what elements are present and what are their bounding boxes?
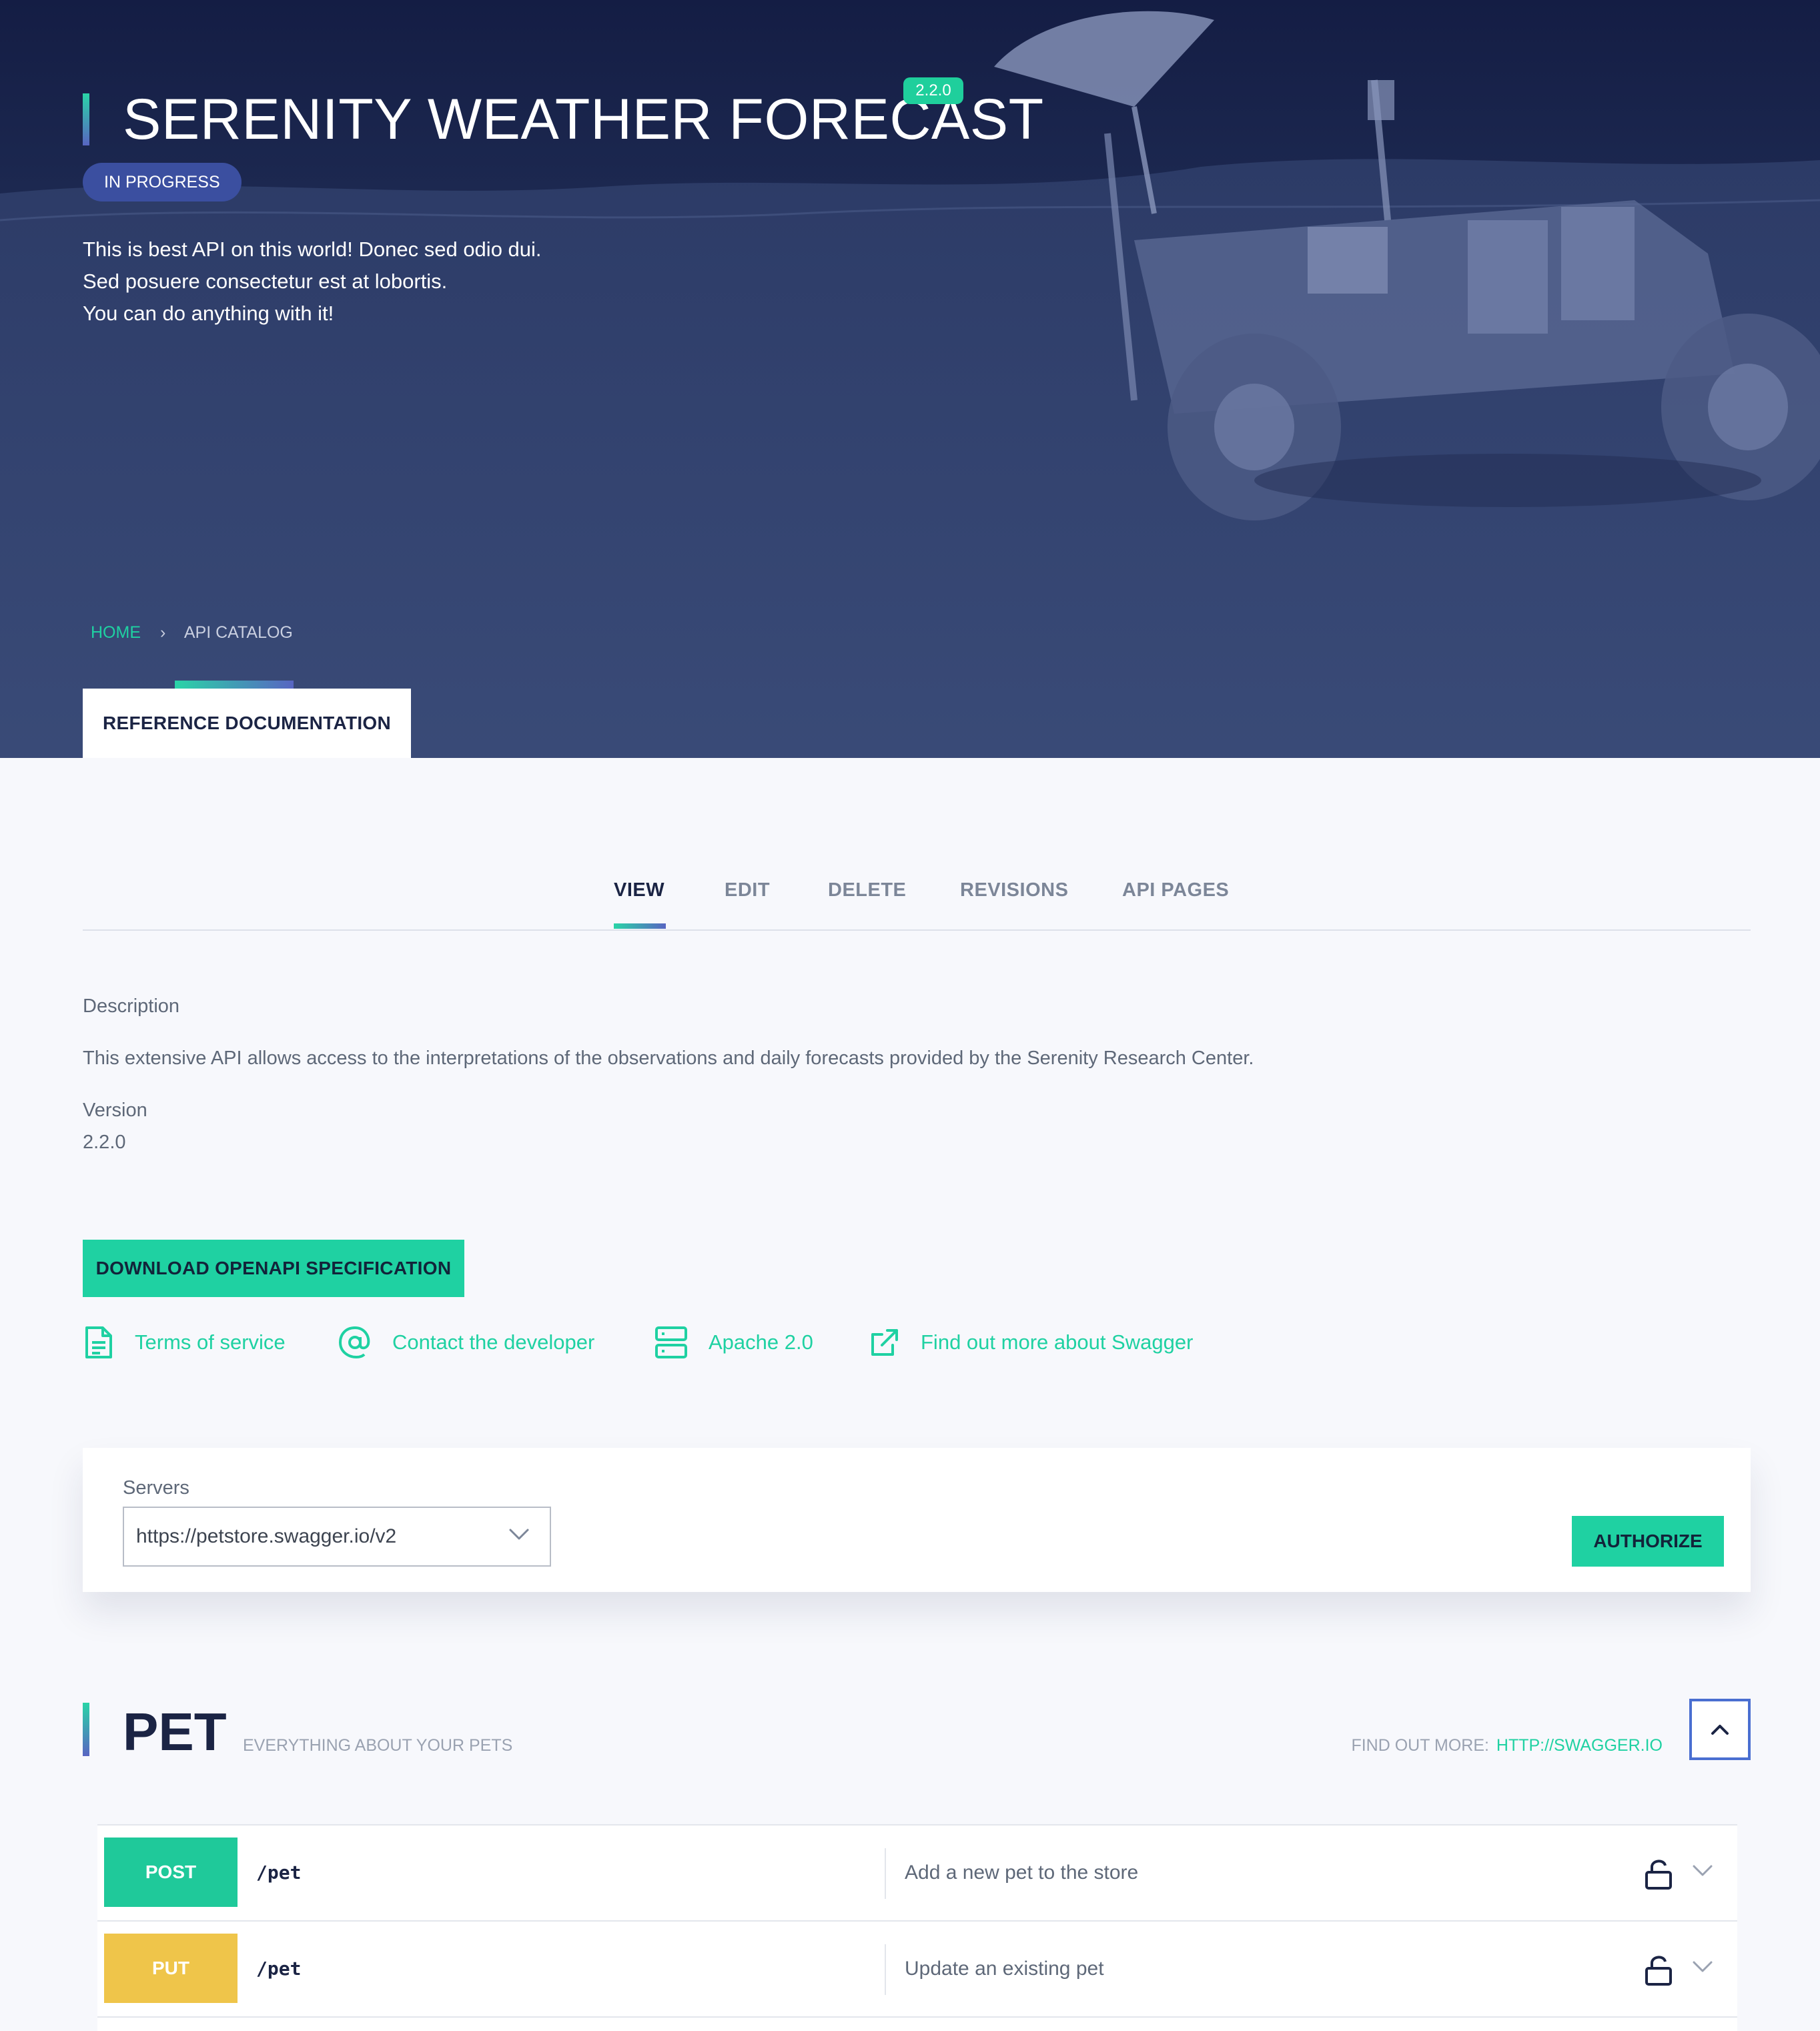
find-out-more-label: FIND OUT MORE: <box>1351 1736 1489 1755</box>
breadcrumb: HOME › API CATALOG <box>91 623 293 643</box>
description-text: This extensive API allows access to the … <box>83 1048 1254 1069</box>
tab-reference-documentation[interactable]: REFERENCE DOCUMENTATION <box>83 689 411 758</box>
api-summary-line: This is best API on this world! Donec se… <box>83 238 542 261</box>
api-summary-line: Sed posuere consectetur est at lobortis. <box>83 270 448 293</box>
chevron-up-icon <box>1711 1725 1729 1735</box>
server-select-value: https://petstore.swagger.io/v2 <box>136 1525 397 1547</box>
section-title: PET <box>123 1702 227 1761</box>
find-out-more: FIND OUT MORE: HTTP://SWAGGER.IO <box>1351 1736 1663 1755</box>
swagger-external-label: Find out more about Swagger <box>921 1330 1194 1354</box>
terms-of-service-link[interactable]: Terms of service <box>83 1322 286 1362</box>
title-accent-bar <box>83 93 89 145</box>
description-label: Description <box>83 995 180 1017</box>
row-divider <box>97 2016 1737 2018</box>
find-out-more-link[interactable]: HTTP://SWAGGER.IO <box>1496 1736 1663 1755</box>
collapse-section-button[interactable] <box>1689 1699 1751 1760</box>
status-badge: IN PROGRESS <box>83 163 242 201</box>
contact-developer-link[interactable]: Contact the developer <box>338 1322 594 1362</box>
swagger-external-link[interactable]: Find out more about Swagger <box>869 1322 1193 1362</box>
section-subtitle: EVERYTHING ABOUT YOUR PETS <box>243 1736 513 1755</box>
server-select[interactable]: https://petstore.swagger.io/v2 <box>123 1507 551 1567</box>
chevron-down-icon <box>509 1529 529 1540</box>
at-sign-icon <box>338 1326 370 1359</box>
license-label: Apache 2.0 <box>709 1330 813 1354</box>
operation-path: /pet <box>256 1862 302 1884</box>
license-link[interactable]: Apache 2.0 <box>654 1322 813 1362</box>
tab-edit[interactable]: EDIT <box>725 879 770 901</box>
tab-revisions[interactable]: REVISIONS <box>960 879 1068 901</box>
ref-tab-accent <box>175 681 294 689</box>
download-openapi-button[interactable]: DOWNLOAD OPENAPI SPECIFICATION <box>83 1240 464 1297</box>
server-icon <box>655 1326 687 1358</box>
breadcrumb-current: API CATALOG <box>183 623 293 642</box>
authorize-button[interactable]: AUTHORIZE <box>1572 1516 1724 1567</box>
external-link-icon <box>871 1329 898 1356</box>
contact-developer-label: Contact the developer <box>392 1330 595 1354</box>
chevron-down-icon[interactable] <box>1692 1960 1713 1974</box>
document-icon <box>85 1326 112 1358</box>
chevron-down-icon[interactable] <box>1692 1864 1713 1878</box>
unlock-icon[interactable] <box>1644 1858 1673 1891</box>
tab-view[interactable]: VIEW <box>614 879 664 901</box>
operation-summary: Update an existing pet <box>905 1958 1104 1980</box>
terms-of-service-label: Terms of service <box>135 1330 286 1354</box>
row-divider <box>885 1848 886 1899</box>
operation-path: /pet <box>256 1958 302 1980</box>
unlock-icon[interactable] <box>1644 1954 1673 1987</box>
version-value: 2.2.0 <box>83 1132 126 1153</box>
tab-api-pages[interactable]: API PAGES <box>1122 879 1229 901</box>
row-divider <box>885 1944 886 1995</box>
tab-delete[interactable]: DELETE <box>828 879 906 901</box>
tabs-divider <box>83 929 1751 931</box>
operation-row-put-pet[interactable]: PUT /pet Update an existing pet <box>97 1920 1737 2016</box>
breadcrumb-home-link[interactable]: HOME <box>91 623 141 642</box>
method-badge: POST <box>104 1838 238 1907</box>
section-accent-bar <box>83 1703 89 1756</box>
operation-row-post-pet[interactable]: POST /pet Add a new pet to the store <box>97 1824 1737 1920</box>
servers-label: Servers <box>123 1477 189 1499</box>
api-summary-line: You can do anything with it! <box>83 302 334 325</box>
breadcrumb-separator-icon: › <box>159 623 166 642</box>
active-tab-indicator <box>614 923 666 929</box>
hero-banner: SERENITY WEATHER FORECAST 2.2.0 IN PROGR… <box>0 0 1820 758</box>
operation-summary: Add a new pet to the store <box>905 1862 1139 1884</box>
version-label: Version <box>83 1100 147 1121</box>
api-summary: This is best API on this world! Donec se… <box>83 234 683 330</box>
version-badge: 2.2.0 <box>903 77 963 104</box>
method-badge: PUT <box>104 1934 238 2003</box>
